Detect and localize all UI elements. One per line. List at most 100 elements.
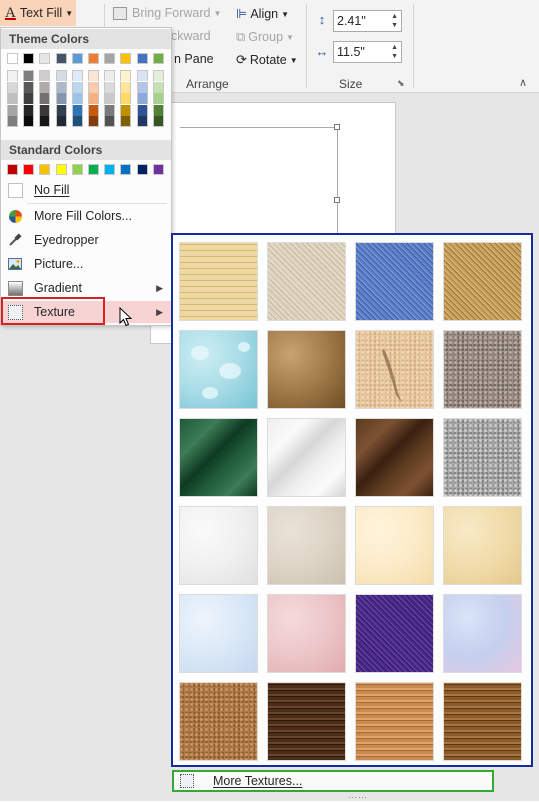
theme-color-swatch[interactable] — [23, 81, 35, 93]
theme-color-swatch[interactable] — [71, 70, 83, 81]
texture-papyrus[interactable] — [179, 242, 258, 321]
theme-color-swatch[interactable] — [88, 70, 99, 81]
standard-color-swatch[interactable] — [136, 164, 148, 175]
spin-up-icon[interactable]: ▲ — [391, 44, 398, 52]
theme-color-swatch[interactable] — [120, 104, 132, 116]
theme-color-swatch[interactable] — [120, 81, 132, 93]
theme-color-swatch[interactable] — [71, 81, 83, 93]
texture-fish-fossil[interactable] — [355, 330, 434, 409]
theme-color-swatch[interactable] — [120, 70, 132, 81]
group-button[interactable]: ⧉ Group ▼ — [236, 29, 294, 45]
theme-color-swatch[interactable] — [55, 104, 67, 116]
no-fill-item[interactable]: No Fill — [1, 179, 171, 201]
texture-stationery[interactable] — [443, 506, 522, 585]
theme-color-swatch[interactable] — [88, 104, 99, 116]
theme-color-swatch[interactable] — [55, 53, 67, 64]
rotate-button[interactable]: ⟳ Rotate ▼ — [236, 52, 298, 68]
texture-denim[interactable] — [355, 242, 434, 321]
theme-color-swatch[interactable] — [39, 70, 51, 81]
theme-color-swatch[interactable] — [55, 70, 67, 81]
theme-color-swatch[interactable] — [55, 81, 67, 93]
texture-parchment[interactable] — [355, 506, 434, 585]
texture-cork[interactable] — [179, 682, 258, 761]
theme-color-swatch[interactable] — [104, 116, 116, 128]
texture-newsprint[interactable] — [179, 506, 258, 585]
theme-color-swatch[interactable] — [152, 70, 164, 81]
theme-color-swatch[interactable] — [120, 116, 132, 128]
theme-color-swatch[interactable] — [120, 53, 132, 64]
text-fill-button[interactable]: A Text Fill ▼ — [0, 0, 76, 26]
theme-color-swatch[interactable] — [71, 104, 83, 116]
texture-pink-tissue-paper[interactable] — [267, 594, 346, 673]
theme-color-swatch[interactable] — [104, 81, 116, 93]
selection-pane-button[interactable]: n Pane — [174, 52, 214, 66]
theme-color-swatch[interactable] — [7, 81, 18, 93]
eyedropper-item[interactable]: Eyedropper — [1, 229, 171, 251]
theme-color-swatch[interactable] — [71, 116, 83, 128]
theme-color-swatch[interactable] — [104, 104, 116, 116]
spin-down-icon[interactable]: ▼ — [391, 22, 398, 30]
texture-sand[interactable] — [443, 330, 522, 409]
theme-color-swatch[interactable] — [104, 93, 116, 105]
theme-color-swatch[interactable] — [39, 53, 51, 64]
theme-color-swatch[interactable] — [39, 116, 51, 128]
theme-color-swatch[interactable] — [55, 116, 67, 128]
standard-color-swatch[interactable] — [104, 164, 116, 175]
theme-color-swatch[interactable] — [88, 116, 99, 128]
theme-color-swatch[interactable] — [152, 116, 164, 128]
theme-color-swatch[interactable] — [104, 70, 116, 81]
theme-color-swatch[interactable] — [136, 104, 148, 116]
texture-blue-tissue-paper[interactable] — [179, 594, 258, 673]
shape-height-input[interactable]: 2.41" ▲ ▼ — [333, 10, 402, 32]
texture-oak[interactable] — [355, 682, 434, 761]
theme-color-swatch[interactable] — [23, 53, 35, 64]
theme-color-swatch[interactable] — [104, 53, 116, 64]
resize-handle[interactable] — [334, 197, 340, 203]
picture-item[interactable]: Picture... — [1, 253, 171, 275]
bring-forward-button[interactable]: Bring Forward ▼ — [113, 6, 221, 20]
more-textures-item[interactable]: More Textures... — [172, 770, 494, 792]
align-button[interactable]: ⊫ Align ▼ — [236, 6, 289, 22]
standard-color-swatch[interactable] — [120, 164, 132, 175]
dialog-launcher-icon[interactable]: ⬊ — [397, 78, 405, 89]
shape-width-input[interactable]: 11.5" ▲ ▼ — [333, 41, 402, 63]
theme-color-swatch[interactable] — [136, 81, 148, 93]
texture-white-marble[interactable] — [267, 418, 346, 497]
spin-down-icon[interactable]: ▼ — [391, 53, 398, 61]
theme-color-swatch[interactable] — [136, 93, 148, 105]
resize-handle[interactable] — [334, 124, 340, 130]
standard-color-swatch[interactable] — [152, 164, 164, 175]
theme-color-swatch[interactable] — [152, 81, 164, 93]
theme-color-swatch[interactable] — [88, 81, 99, 93]
theme-color-swatch[interactable] — [7, 70, 18, 81]
theme-color-swatch[interactable] — [7, 116, 18, 128]
theme-color-swatch[interactable] — [39, 81, 51, 93]
texture-brown-marble[interactable] — [355, 418, 434, 497]
theme-color-swatch[interactable] — [88, 53, 99, 64]
texture-woven-mat[interactable] — [443, 242, 522, 321]
resize-grip-icon[interactable]: ⋯⋯ — [348, 792, 368, 803]
standard-color-swatch[interactable] — [55, 164, 67, 175]
theme-color-swatch[interactable] — [23, 104, 35, 116]
spin-up-icon[interactable]: ▲ — [391, 13, 398, 21]
gradient-item[interactable]: Gradient ▶ — [1, 277, 171, 299]
theme-color-swatch[interactable] — [23, 70, 35, 81]
texture-canvas[interactable] — [267, 242, 346, 321]
theme-color-swatch[interactable] — [88, 93, 99, 105]
theme-color-swatch[interactable] — [23, 93, 35, 105]
texture-granite[interactable] — [443, 418, 522, 497]
theme-color-swatch[interactable] — [152, 104, 164, 116]
theme-color-swatch[interactable] — [55, 93, 67, 105]
theme-color-swatch[interactable] — [152, 53, 164, 64]
theme-color-swatch[interactable] — [136, 116, 148, 128]
texture-purple-mesh[interactable] — [355, 594, 434, 673]
more-fill-colors-item[interactable]: More Fill Colors... — [1, 205, 171, 227]
standard-color-swatch[interactable] — [7, 164, 18, 175]
texture-green-marble[interactable] — [179, 418, 258, 497]
texture-bouquet[interactable] — [443, 594, 522, 673]
theme-color-swatch[interactable] — [23, 116, 35, 128]
theme-color-swatch[interactable] — [71, 93, 83, 105]
send-backward-button[interactable]: ckward — [171, 29, 211, 43]
theme-color-swatch[interactable] — [120, 93, 132, 105]
theme-color-swatch[interactable] — [7, 93, 18, 105]
